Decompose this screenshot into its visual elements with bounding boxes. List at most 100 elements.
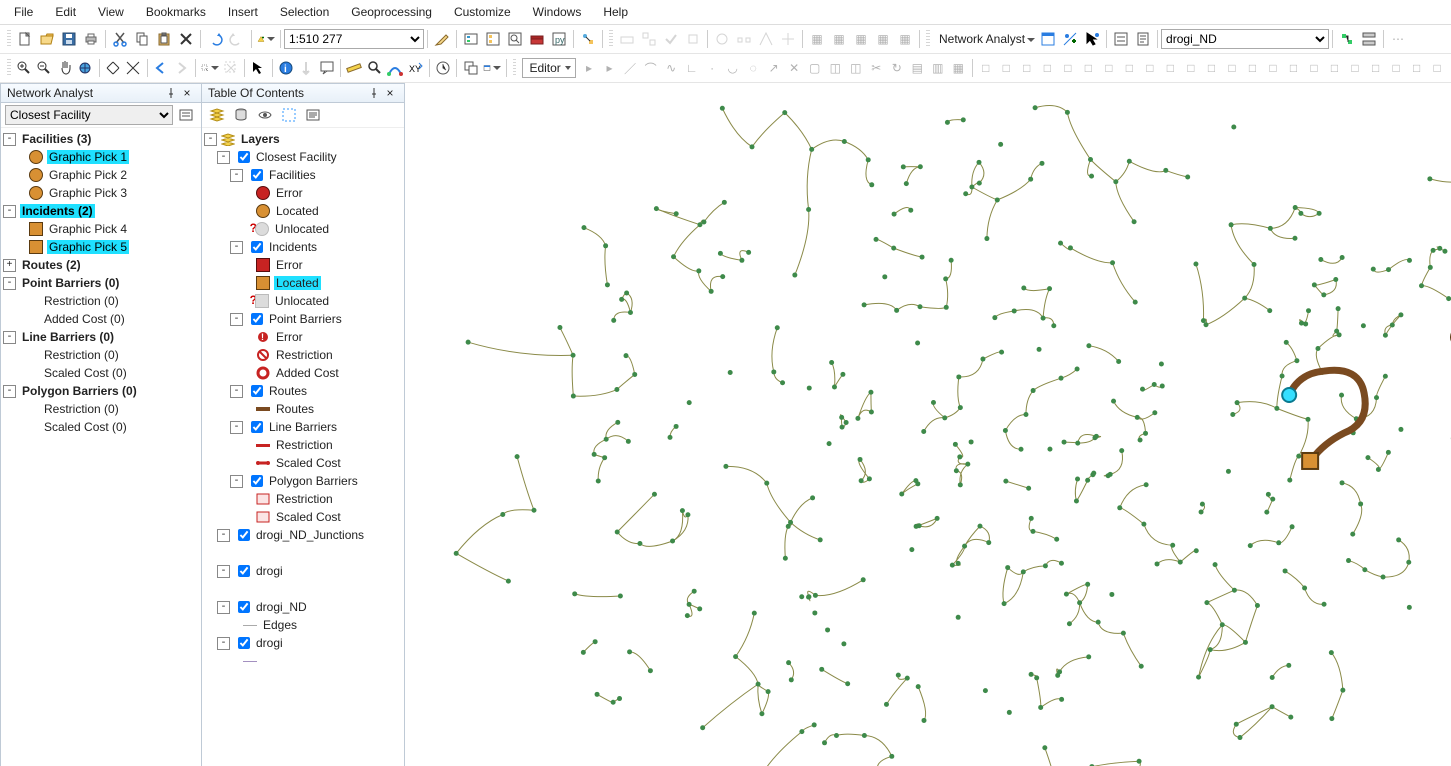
layer-visibility-checkbox[interactable]	[251, 385, 263, 397]
tree-item[interactable]: Edges	[204, 616, 402, 634]
cut-icon[interactable]	[110, 29, 130, 49]
list-by-source-icon[interactable]	[231, 105, 251, 125]
na-window-icon[interactable]	[1038, 29, 1058, 49]
expand-icon[interactable]: -	[217, 151, 230, 164]
toolbar-grip-icon[interactable]	[7, 30, 11, 48]
arctoolbox-icon[interactable]	[527, 29, 547, 49]
toolbar-grip-icon[interactable]	[926, 30, 930, 48]
expand-icon[interactable]: -	[230, 421, 243, 434]
tree-item[interactable]: ?Unlocated	[204, 292, 402, 310]
list-by-visibility-icon[interactable]	[255, 105, 275, 125]
expand-icon[interactable]: -	[217, 637, 230, 650]
close-icon[interactable]: ×	[181, 87, 193, 99]
tree-group[interactable]: -Facilities (3)	[3, 130, 199, 148]
tree-item[interactable]: Graphic Pick 3	[3, 184, 199, 202]
menu-view[interactable]: View	[88, 2, 134, 22]
tree-item[interactable]: Graphic Pick 5	[3, 238, 199, 256]
python-window-icon[interactable]: py	[549, 29, 569, 49]
editor-toolbar-btn[interactable]	[432, 29, 452, 49]
select-elements-icon[interactable]	[249, 58, 268, 78]
tree-group[interactable]: -Polygon Barriers (0)	[3, 382, 199, 400]
print-icon[interactable]	[81, 29, 101, 49]
layer-visibility-checkbox[interactable]	[238, 565, 250, 577]
measure-icon[interactable]	[345, 58, 364, 78]
select-move-network-loc-icon[interactable]	[1082, 29, 1102, 49]
tree-item[interactable]: Error	[204, 184, 402, 202]
tree-item[interactable]: Graphic Pick 1	[3, 148, 199, 166]
tree-item[interactable]: Scaled Cost (0)	[3, 364, 199, 382]
expand-icon[interactable]: -	[230, 313, 243, 326]
list-by-drawing-order-icon[interactable]	[207, 105, 227, 125]
tree-item[interactable]: Restriction	[204, 346, 402, 364]
tree-item[interactable]: Scaled Cost	[204, 508, 402, 526]
tree-item[interactable]: Routes	[204, 400, 402, 418]
layer-visibility-checkbox[interactable]	[251, 421, 263, 433]
pin-icon[interactable]	[165, 87, 177, 99]
menu-windows[interactable]: Windows	[523, 2, 592, 22]
tree-item[interactable]: Located	[204, 202, 402, 220]
layer-visibility-checkbox[interactable]	[251, 475, 263, 487]
layer-visibility-checkbox[interactable]	[238, 529, 250, 541]
delete-icon[interactable]	[176, 29, 196, 49]
layer-visibility-checkbox[interactable]	[238, 637, 250, 649]
analysis-layer-select[interactable]: Closest Facility	[5, 105, 173, 125]
tree-item[interactable]: -Routes	[204, 382, 402, 400]
tree-item[interactable]: -Facilities	[204, 166, 402, 184]
layer-visibility-checkbox[interactable]	[251, 241, 263, 253]
tree-item[interactable]	[204, 652, 402, 670]
tree-item[interactable]: Scaled Cost	[204, 454, 402, 472]
map-canvas[interactable]	[405, 83, 1451, 766]
expand-icon[interactable]: -	[3, 277, 16, 290]
tree-item[interactable]: -drogi	[204, 634, 402, 652]
copy-icon[interactable]	[132, 29, 152, 49]
pin-icon[interactable]	[368, 87, 380, 99]
tree-item[interactable]: Restriction (0)	[3, 400, 199, 418]
zoom-in-icon[interactable]	[15, 58, 34, 78]
build-network-icon[interactable]	[1337, 29, 1357, 49]
menu-selection[interactable]: Selection	[270, 2, 339, 22]
tree-item[interactable]: Located	[204, 274, 402, 292]
tree-item[interactable]: -drogi_ND	[204, 598, 402, 616]
menu-geoprocessing[interactable]: Geoprocessing	[341, 2, 442, 22]
expand-icon[interactable]: -	[217, 565, 230, 578]
menu-file[interactable]: File	[4, 2, 43, 22]
toolbar-grip-icon[interactable]	[609, 30, 613, 48]
toc-icon[interactable]	[461, 29, 481, 49]
time-slider-icon[interactable]	[434, 58, 453, 78]
find-icon[interactable]	[365, 58, 384, 78]
search-window-icon[interactable]	[505, 29, 525, 49]
undo-icon[interactable]	[205, 29, 225, 49]
tree-item[interactable]: -Point Barriers	[204, 310, 402, 328]
tree-item[interactable]	[204, 544, 402, 562]
layer-visibility-checkbox[interactable]	[238, 151, 250, 163]
na-options-icon[interactable]	[1359, 29, 1379, 49]
expand-icon[interactable]: -	[217, 601, 230, 614]
tree-item[interactable]: -drogi_ND_Junctions	[204, 526, 402, 544]
pan-icon[interactable]	[56, 58, 75, 78]
zoom-out-icon[interactable]	[35, 58, 54, 78]
tree-group[interactable]: +Routes (2)	[3, 256, 199, 274]
expand-icon[interactable]: -	[3, 385, 16, 398]
tree-group[interactable]: -Incidents (2)	[3, 202, 199, 220]
fixed-zoom-out-icon[interactable]	[124, 58, 143, 78]
catalog-icon[interactable]	[483, 29, 503, 49]
tree-item[interactable]: -drogi	[204, 562, 402, 580]
layer-visibility-checkbox[interactable]	[251, 313, 263, 325]
tree-item[interactable]: -Closest Facility	[204, 148, 402, 166]
tree-group[interactable]: -Point Barriers (0)	[3, 274, 199, 292]
layer-visibility-checkbox[interactable]	[251, 169, 263, 181]
tree-item[interactable]: ?Unlocated	[204, 220, 402, 238]
menu-help[interactable]: Help	[593, 2, 638, 22]
create-network-location-icon[interactable]	[1060, 29, 1080, 49]
open-icon[interactable]	[37, 29, 57, 49]
tree-item[interactable]	[204, 580, 402, 598]
select-features-icon[interactable]	[200, 58, 220, 78]
layer-visibility-checkbox[interactable]	[238, 601, 250, 613]
solve-icon[interactable]	[1111, 29, 1131, 49]
find-route-icon[interactable]	[386, 58, 405, 78]
editor-menu[interactable]: Editor	[522, 58, 575, 78]
list-by-selection-icon[interactable]	[279, 105, 299, 125]
close-icon[interactable]: ×	[384, 87, 396, 99]
toc-tree[interactable]: -Layers-Closest Facility-FacilitiesError…	[202, 128, 404, 766]
fixed-zoom-in-icon[interactable]	[104, 58, 123, 78]
